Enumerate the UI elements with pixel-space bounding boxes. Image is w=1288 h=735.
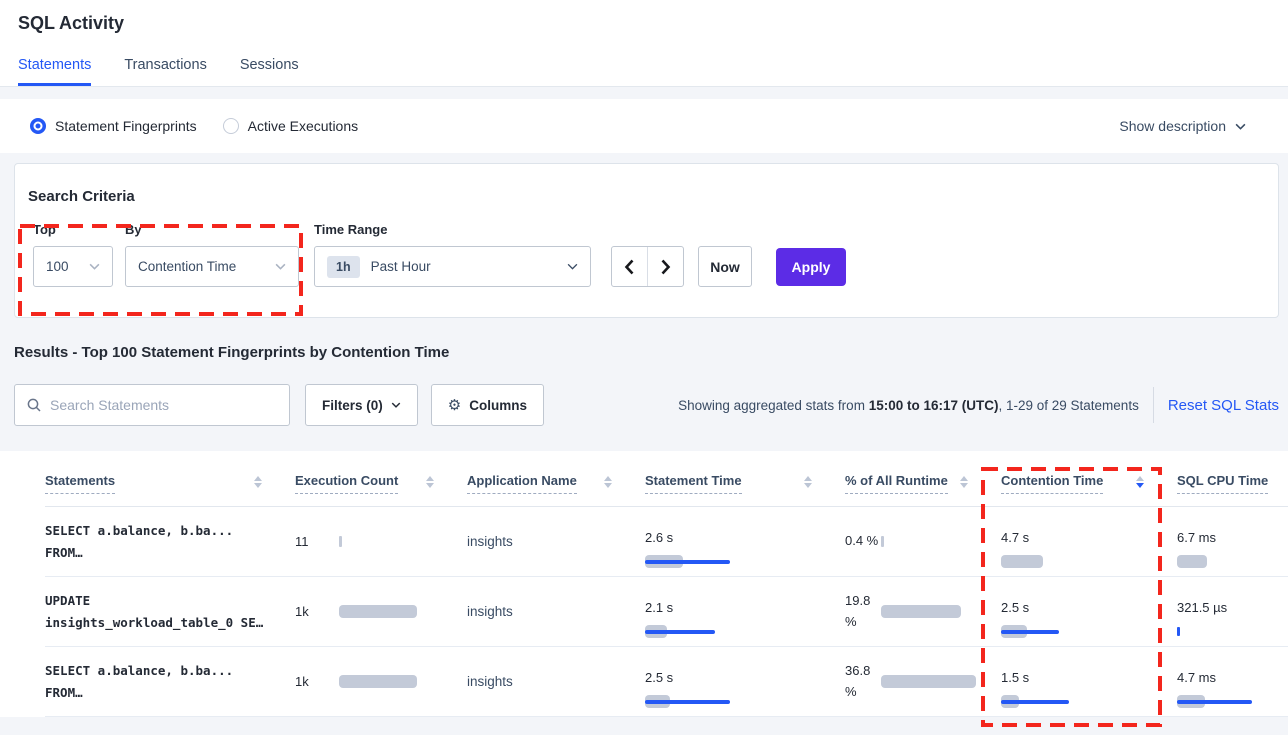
tab-sessions[interactable]: Sessions xyxy=(240,57,299,86)
time-range-badge: 1h xyxy=(327,256,360,278)
radio-statement-fingerprints-label: Statement Fingerprints xyxy=(55,118,197,134)
chevron-down-icon xyxy=(567,263,578,270)
statement-time-cell: 2.5 s xyxy=(645,668,845,695)
results-heading: Results - Top 100 Statement Fingerprints… xyxy=(14,344,1288,361)
pct-runtime-cell: 36.8 % xyxy=(845,661,1001,703)
view-toggle-group: Statement Fingerprints Active Executions xyxy=(30,118,358,134)
vertical-divider xyxy=(1153,387,1154,423)
by-select-value: Contention Time xyxy=(138,259,236,274)
sql-cpu-time-cell: 4.7 ms xyxy=(1177,668,1288,695)
statement-link[interactable]: SELECT a.balance, b.ba...FROM… xyxy=(45,660,295,703)
search-statements-input[interactable] xyxy=(50,397,277,413)
tab-transactions[interactable]: Transactions xyxy=(124,57,206,86)
apply-button[interactable]: Apply xyxy=(776,248,846,286)
statements-table: Statements Execution Count Application N… xyxy=(0,451,1288,717)
search-statements-box[interactable] xyxy=(14,384,290,426)
contention-time-cell: 2.5 s xyxy=(1001,598,1177,625)
results-toolbar: Filters (0) ⚙ Columns Showing aggregated… xyxy=(14,384,1279,426)
time-nav-group xyxy=(611,246,684,287)
table-row[interactable]: SELECT a.balance, b.ba...FROM… 11 insigh… xyxy=(45,507,1288,577)
sql-cpu-time-cell: 321.5 µs xyxy=(1177,598,1288,625)
col-header-statement-time[interactable]: Statement Time xyxy=(645,473,845,506)
contention-time-cell: 1.5 s xyxy=(1001,668,1177,695)
top-label: Top xyxy=(33,222,56,237)
chevron-left-icon xyxy=(624,259,635,275)
col-header-sql-cpu-time[interactable]: SQL CPU Time xyxy=(1177,473,1288,506)
top-select[interactable]: 100 xyxy=(33,246,113,287)
radio-unselected-icon[interactable] xyxy=(223,118,239,134)
table-row[interactable]: SELECT a.balance, b.ba...FROM… 1k insigh… xyxy=(45,647,1288,717)
chevron-right-icon xyxy=(660,259,671,275)
application-name-cell: insights xyxy=(467,674,645,689)
statement-time-cell: 2.1 s xyxy=(645,598,845,625)
now-button[interactable]: Now xyxy=(698,246,752,287)
search-icon xyxy=(27,398,41,412)
execution-count-cell: 1k xyxy=(295,674,467,689)
sort-icon-active-desc[interactable] xyxy=(1136,476,1144,494)
table-header-row: Statements Execution Count Application N… xyxy=(45,451,1288,507)
col-header-application-name[interactable]: Application Name xyxy=(467,473,645,506)
columns-button[interactable]: ⚙ Columns xyxy=(431,384,544,426)
tab-statements[interactable]: Statements xyxy=(18,57,91,86)
time-range-select[interactable]: 1h Past Hour xyxy=(314,246,591,287)
by-label: By xyxy=(125,222,142,237)
time-prev-button[interactable] xyxy=(612,247,648,286)
execution-count-bar xyxy=(339,605,417,618)
toolbar-right: Showing aggregated stats from 15:00 to 1… xyxy=(678,387,1279,423)
filters-button[interactable]: Filters (0) xyxy=(305,384,418,426)
statement-time-cell: 2.6 s xyxy=(645,528,845,555)
filters-button-label: Filters (0) xyxy=(322,398,383,413)
radio-statement-fingerprints[interactable]: Statement Fingerprints xyxy=(30,118,197,134)
search-criteria-card: Search Criteria Top 100 By Contention Ti… xyxy=(14,163,1279,318)
sql-cpu-time-cell: 6.7 ms xyxy=(1177,528,1288,555)
application-name-cell: insights xyxy=(467,534,645,549)
chevron-down-icon xyxy=(391,402,401,408)
gear-icon: ⚙ xyxy=(448,398,461,413)
chevron-down-icon xyxy=(1235,123,1246,130)
execution-count-bar xyxy=(339,535,342,548)
pct-runtime-bar xyxy=(881,605,961,618)
time-range-label: Time Range xyxy=(314,222,387,237)
page-title: SQL Activity xyxy=(0,13,1288,34)
col-header-statements[interactable]: Statements xyxy=(45,473,295,506)
execution-count-cell: 11 xyxy=(295,534,467,549)
reset-sql-stats-link[interactable]: Reset SQL Stats xyxy=(1168,397,1279,414)
show-description-toggle[interactable]: Show description xyxy=(1119,118,1246,134)
time-next-button[interactable] xyxy=(648,247,683,286)
execution-count-cell: 1k xyxy=(295,604,467,619)
columns-button-label: Columns xyxy=(469,398,527,413)
execution-count-bar xyxy=(339,675,417,688)
sort-icon[interactable] xyxy=(254,476,262,494)
statement-link[interactable]: UPDATEinsights_workload_table_0 SE… xyxy=(45,590,295,633)
col-header-contention-time[interactable]: Contention Time xyxy=(1001,473,1177,506)
tab-bar: Statements Transactions Sessions xyxy=(0,57,1288,87)
pct-runtime-bar xyxy=(881,535,884,548)
table-row[interactable]: UPDATEinsights_workload_table_0 SE… 1k i… xyxy=(45,577,1288,647)
sort-icon[interactable] xyxy=(804,476,812,494)
radio-active-executions-label: Active Executions xyxy=(248,118,359,134)
page-header: SQL Activity Statements Transactions Ses… xyxy=(0,0,1288,87)
by-select[interactable]: Contention Time xyxy=(125,246,299,287)
aggregated-stats-text: Showing aggregated stats from 15:00 to 1… xyxy=(678,398,1139,413)
col-header-pct-runtime[interactable]: % of All Runtime xyxy=(845,473,1001,506)
time-range-value: Past Hour xyxy=(371,259,431,274)
radio-selected-icon[interactable] xyxy=(30,118,46,134)
radio-active-executions[interactable]: Active Executions xyxy=(223,118,359,134)
search-criteria-title: Search Criteria xyxy=(28,188,135,205)
statement-link[interactable]: SELECT a.balance, b.ba...FROM… xyxy=(45,520,295,563)
col-header-execution-count[interactable]: Execution Count xyxy=(295,473,467,506)
application-name-cell: insights xyxy=(467,604,645,619)
sort-icon[interactable] xyxy=(426,476,434,494)
chevron-down-icon xyxy=(275,263,286,270)
chevron-down-icon xyxy=(89,263,100,270)
sort-icon[interactable] xyxy=(960,476,968,494)
pct-runtime-bar xyxy=(881,675,976,688)
pct-runtime-cell: 0.4 % xyxy=(845,531,1001,552)
show-description-label: Show description xyxy=(1119,118,1226,134)
sort-icon[interactable] xyxy=(604,476,612,494)
top-select-value: 100 xyxy=(46,259,69,274)
contention-time-cell: 4.7 s xyxy=(1001,528,1177,555)
view-toggle-bar: Statement Fingerprints Active Executions… xyxy=(0,99,1288,153)
pct-runtime-cell: 19.8 % xyxy=(845,591,1001,633)
